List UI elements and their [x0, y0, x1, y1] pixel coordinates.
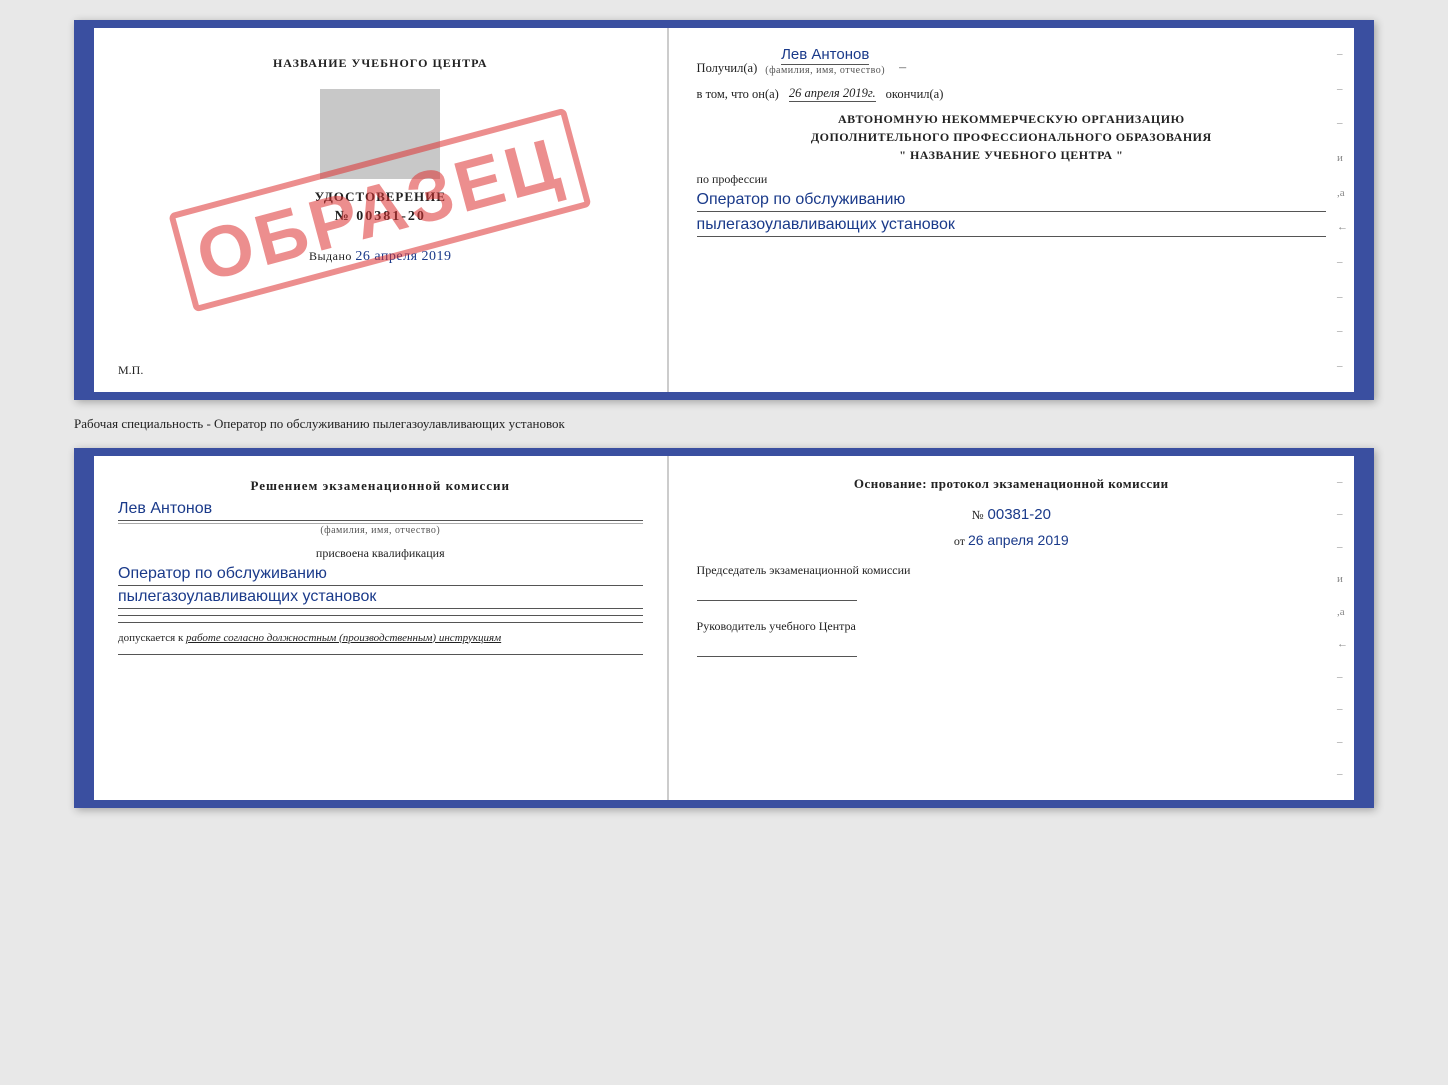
vtom-line: в том, что он(а) 26 апреля 2019г. окончи… — [697, 86, 1326, 102]
predsedatel-label: Председатель экзаменационной комиссии — [697, 561, 1326, 579]
dash-after-fio: – — [899, 60, 906, 76]
qual-fio-sub: (фамилия, имя, отчество) — [118, 523, 643, 536]
qual-profession-line2: пылегазоулавливающих установок — [118, 588, 643, 609]
org-line1: АВТОНОМНУЮ НЕКОММЕРЧЕСКУЮ ОРГАНИЗАЦИЮ — [697, 110, 1326, 128]
dopusk-text: работе согласно должностным (производств… — [186, 632, 501, 644]
poluchil-label: Получил(а) — [697, 61, 758, 76]
rukovoditel-label: Руководитель учебного Центра — [697, 617, 1326, 635]
cert-vydano-date: 26 апреля 2019 — [355, 249, 451, 264]
cert-left-page: НАЗВАНИЕ УЧЕБНОГО ЦЕНТРА УДОСТОВЕРЕНИЕ №… — [94, 28, 669, 392]
predsedatel-block: Председатель экзаменационной комиссии — [697, 561, 1326, 601]
org-line3: " НАЗВАНИЕ УЧЕБНОГО ЦЕНТРА " — [697, 146, 1326, 164]
poluchil-line: Получил(а) Лев Антонов (фамилия, имя, от… — [697, 46, 1326, 76]
qual-line3 — [118, 654, 643, 655]
book-spine-left — [82, 28, 94, 392]
qual-number-value: 00381-20 — [988, 506, 1051, 523]
cert-number: № 00381-20 — [335, 209, 426, 225]
org-line2: ДОПОЛНИТЕЛЬНОГО ПРОФЕССИОНАЛЬНОГО ОБРАЗО… — [697, 128, 1326, 146]
cert-vydano-label: Выдано — [309, 249, 352, 263]
qual-right-heading: Основание: протокол экзаменационной коми… — [697, 474, 1326, 494]
rukovoditel-block: Руководитель учебного Центра — [697, 617, 1326, 657]
qual-right-page: Основание: протокол экзаменационной коми… — [669, 456, 1354, 800]
dopuskaetsya-label: допускается к — [118, 632, 183, 644]
profession-line1: Оператор по обслуживанию — [697, 191, 1326, 212]
vtom-date: 26 апреля 2019г. — [789, 86, 876, 102]
cert-side-marks: – – – и ,а ← – – – – — [1337, 28, 1348, 392]
cert-photo-placeholder — [320, 89, 440, 179]
qual-ot-prefix: от — [954, 534, 965, 548]
qual-prisvoena-label: присвоена квалификация — [118, 546, 643, 561]
qualification-book: Решением экзаменационной комиссии Лев Ан… — [74, 448, 1374, 808]
cert-mp: М.П. — [118, 363, 143, 378]
cert-school-title: НАЗВАНИЕ УЧЕБНОГО ЦЕНТРА — [273, 56, 488, 71]
qual-ot-line: от 26 апреля 2019 — [697, 532, 1326, 549]
fio-sub: (фамилия, имя, отчество) — [765, 65, 885, 76]
qual-side-marks: – – – и ,а ← – – – – — [1337, 456, 1348, 800]
cert-right-page: Получил(а) Лев Антонов (фамилия, имя, от… — [669, 28, 1354, 392]
qual-line1 — [118, 615, 643, 616]
book-spine-right — [1354, 28, 1366, 392]
qual-heading: Решением экзаменационной комиссии — [118, 476, 643, 496]
cert-vydano: Выдано 26 апреля 2019 — [309, 249, 452, 265]
cert-udostoverenie-label: УДОСТОВЕРЕНИЕ — [315, 189, 446, 205]
qual-left-page: Решением экзаменационной комиссии Лев Ан… — [94, 456, 669, 800]
document-wrapper: НАЗВАНИЕ УЧЕБНОГО ЦЕНТРА УДОСТОВЕРЕНИЕ №… — [74, 20, 1374, 808]
qual-dopuskaetsya: допускается к работе согласно должностны… — [118, 631, 643, 646]
org-block: АВТОНОМНУЮ НЕКОММЕРЧЕСКУЮ ОРГАНИЗАЦИЮ ДО… — [697, 110, 1326, 164]
bottom-specialty-label: Рабочая специальность - Оператор по обсл… — [74, 412, 1374, 436]
qual-spine-left — [82, 456, 94, 800]
certificate-book: НАЗВАНИЕ УЧЕБНОГО ЦЕНТРА УДОСТОВЕРЕНИЕ №… — [74, 20, 1374, 400]
qual-fio-value: Лев Антонов — [118, 500, 643, 521]
predsedatel-signature-line — [697, 585, 857, 601]
profession-line2: пылегазоулавливающих установок — [697, 216, 1326, 237]
qual-spine-right — [1354, 456, 1366, 800]
okanchil-label: окончил(а) — [886, 87, 944, 102]
po-professii-label: по профессии — [697, 172, 1326, 187]
qual-number-block: № 00381-20 — [697, 506, 1326, 524]
rukovoditel-signature-line — [697, 641, 857, 657]
qual-profession-line1: Оператор по обслуживанию — [118, 565, 643, 586]
qual-ot-date: 26 апреля 2019 — [968, 532, 1069, 548]
poluchil-fio: Лев Антонов — [781, 46, 869, 65]
vtom-label: в том, что он(а) — [697, 87, 779, 102]
qual-line2 — [118, 622, 643, 623]
qual-number-prefix: № — [972, 508, 984, 522]
